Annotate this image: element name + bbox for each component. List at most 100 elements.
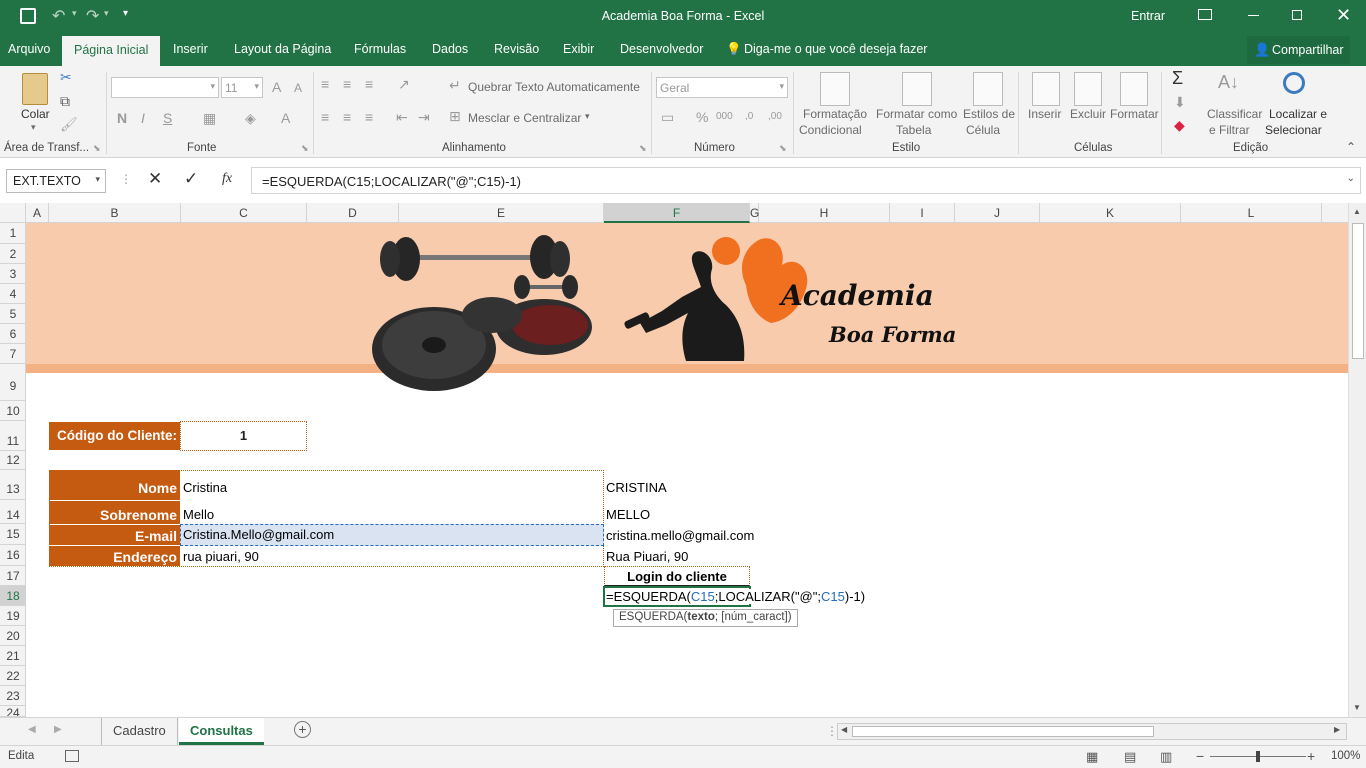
tell-me-box[interactable]: Diga-me o que você deseja fazer: [744, 42, 927, 56]
find-select-button[interactable]: Localizar e: [1269, 107, 1327, 121]
result-sobrenome[interactable]: MELLO: [606, 507, 650, 522]
name-box[interactable]: EXT.TEXTO ▾: [6, 169, 106, 193]
decrease-indent-icon[interactable]: ⇤: [396, 109, 408, 126]
share-button[interactable]: 👤 Compartilhar: [1247, 36, 1350, 64]
prev-sheet-icon[interactable]: ◀: [28, 724, 36, 735]
wrap-text-button[interactable]: Quebrar Texto Automaticamente: [468, 80, 640, 94]
accounting-icon[interactable]: ▭: [661, 109, 674, 126]
tab-exibir[interactable]: Exibir: [563, 42, 594, 56]
row-header[interactable]: 7: [0, 344, 26, 364]
format-table-button[interactable]: Formatar como: [876, 107, 957, 121]
row-header[interactable]: 19: [0, 606, 26, 626]
collapse-ribbon-icon[interactable]: ⌃: [1346, 140, 1356, 154]
row-header[interactable]: 15: [0, 524, 26, 545]
function-tooltip[interactable]: ESQUERDA(texto; [núm_caract]): [613, 609, 798, 627]
row-header[interactable]: 14: [0, 500, 26, 524]
cut-icon[interactable]: ✂: [60, 69, 72, 86]
page-break-icon[interactable]: ▥: [1160, 749, 1172, 765]
font-color-icon[interactable]: A: [281, 110, 290, 126]
row-header[interactable]: 1: [0, 223, 26, 244]
orientation-icon[interactable]: ↗: [398, 76, 410, 93]
cell-sobrenome[interactable]: Mello: [183, 507, 214, 522]
delete-cells-button[interactable]: Excluir: [1070, 107, 1106, 121]
copy-icon[interactable]: ⧉: [60, 93, 70, 110]
italic-button[interactable]: I: [141, 110, 145, 126]
shrink-font-icon[interactable]: A: [294, 81, 302, 95]
cancel-icon[interactable]: ✕: [148, 169, 162, 189]
font-launcher-icon[interactable]: ⬊: [301, 143, 309, 154]
cell-endereco[interactable]: rua piuari, 90: [183, 549, 259, 564]
restore-icon[interactable]: [1292, 10, 1302, 20]
enter-icon[interactable]: ✓: [184, 169, 198, 189]
result-endereco[interactable]: Rua Piuari, 90: [606, 549, 688, 564]
vertical-scroll-thumb[interactable]: [1352, 223, 1364, 359]
tab-inserir[interactable]: Inserir: [173, 42, 208, 56]
align-launcher-icon[interactable]: ⬊: [639, 143, 647, 154]
tab-revisao[interactable]: Revisão: [494, 42, 539, 56]
editing-formula[interactable]: =ESQUERDA(C15;LOCALIZAR("@";C15)-1): [606, 589, 866, 604]
cell-email[interactable]: Cristina.Mello@gmail.com: [183, 527, 334, 542]
sheet-grid[interactable]: Academia Boa Forma Código do Cliente: 1 …: [26, 223, 1348, 717]
align-right-icon[interactable]: ≡: [365, 109, 373, 125]
row-header[interactable]: 21: [0, 646, 26, 666]
row-header[interactable]: 3: [0, 264, 26, 284]
row-header[interactable]: 20: [0, 626, 26, 646]
tab-arquivo[interactable]: Arquivo: [8, 42, 50, 56]
col-header[interactable]: G: [750, 203, 759, 223]
horizontal-scroll-thumb[interactable]: [852, 726, 1154, 737]
tab-formulas[interactable]: Fórmulas: [354, 42, 406, 56]
number-format-box[interactable]: Geral ▾: [656, 77, 788, 98]
row-header[interactable]: 12: [0, 451, 26, 470]
scroll-down-icon[interactable]: ▼: [1353, 703, 1361, 712]
minimize-icon[interactable]: [1248, 15, 1259, 16]
vertical-scrollbar[interactable]: ▲ ▼: [1348, 203, 1366, 717]
merge-center-button[interactable]: Mesclar e Centralizar: [468, 111, 581, 125]
row-header[interactable]: 2: [0, 244, 26, 264]
align-center-icon[interactable]: ≡: [343, 109, 351, 125]
row-header[interactable]: 16: [0, 545, 26, 566]
underline-button[interactable]: S: [163, 110, 172, 126]
col-header[interactable]: D: [307, 203, 399, 223]
col-header[interactable]: C: [181, 203, 307, 223]
result-nome[interactable]: CRISTINA: [606, 480, 667, 495]
row-header[interactable]: 6: [0, 324, 26, 344]
tab-desenvolvedor[interactable]: Desenvolvedor: [620, 42, 703, 56]
row-header[interactable]: 24: [0, 706, 26, 717]
zoom-slider[interactable]: [1210, 751, 1306, 762]
scroll-up-icon[interactable]: ▲: [1353, 207, 1361, 216]
paste-dropdown-icon[interactable]: ▾: [31, 122, 36, 133]
decrease-decimal-icon[interactable]: ,00: [768, 111, 782, 122]
number-launcher-icon[interactable]: ⬊: [779, 143, 787, 154]
borders-icon[interactable]: ▦: [203, 110, 216, 127]
zoom-in-icon[interactable]: +: [1307, 748, 1315, 764]
align-left-icon[interactable]: ≡: [321, 109, 329, 125]
format-cells-button[interactable]: Formatar: [1110, 107, 1159, 121]
format-painter-icon[interactable]: 🖌: [60, 116, 78, 133]
client-code-cell[interactable]: 1: [180, 421, 307, 451]
align-bottom-icon[interactable]: ≡: [365, 76, 373, 92]
cell-styles-button[interactable]: Estilos de: [963, 107, 1015, 121]
cell-nome[interactable]: Cristina: [183, 480, 227, 495]
select-all-corner[interactable]: [0, 203, 26, 223]
row-header[interactable]: 23: [0, 686, 26, 706]
col-header[interactable]: A: [26, 203, 49, 223]
normal-view-icon[interactable]: ▦: [1086, 749, 1098, 765]
row-header[interactable]: 13: [0, 470, 26, 500]
close-icon[interactable]: ✕: [1336, 5, 1351, 26]
row-header[interactable]: 17: [0, 566, 26, 586]
zoom-slider-thumb[interactable]: [1256, 751, 1260, 762]
increase-decimal-icon[interactable]: ,0: [745, 111, 753, 122]
autosum-icon[interactable]: Σ: [1172, 68, 1183, 89]
sheet-tab-consultas[interactable]: Consultas: [179, 718, 264, 745]
comma-icon[interactable]: 000: [716, 111, 733, 122]
zoom-level[interactable]: 100%: [1331, 750, 1360, 762]
insert-cells-button[interactable]: Inserir: [1028, 107, 1061, 121]
percent-icon[interactable]: %: [696, 109, 708, 125]
merge-icon[interactable]: ⊞: [449, 108, 461, 125]
fill-icon[interactable]: ⬇: [1174, 94, 1186, 111]
scroll-right-icon[interactable]: ▶: [1334, 725, 1340, 734]
merge-dropdown-icon[interactable]: ▾: [585, 111, 590, 122]
row-header[interactable]: 4: [0, 284, 26, 304]
col-header[interactable]: J: [955, 203, 1040, 223]
fill-color-icon[interactable]: ◈: [245, 110, 256, 127]
